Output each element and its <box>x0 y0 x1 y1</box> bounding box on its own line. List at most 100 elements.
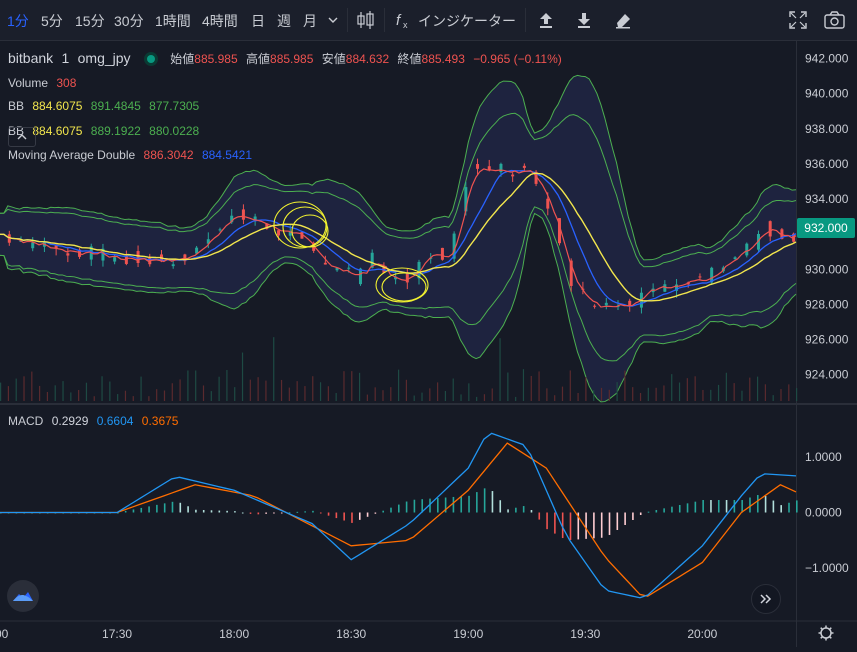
timeframe-4hour[interactable]: 4時間 <box>202 11 238 31</box>
macd-histogram-bar <box>616 512 619 530</box>
timeframe-1hour[interactable]: 1時間 <box>155 11 191 31</box>
timeframe-month[interactable]: 月 <box>303 11 317 31</box>
macd-histogram-bar <box>499 500 502 513</box>
timeframe-5min[interactable]: 5分 <box>41 11 63 31</box>
volume-bar <box>741 390 743 401</box>
volume-value: 308 <box>56 76 77 90</box>
timeframe-day[interactable]: 日 <box>251 11 265 31</box>
time-tick-label: 18:30 <box>336 627 366 641</box>
signal-value: 0.3675 <box>141 414 179 428</box>
macd-histogram-bar <box>163 503 166 513</box>
indicators-button[interactable]: インジケーター <box>418 11 516 31</box>
volume-bar <box>522 369 525 401</box>
volume-bar <box>530 375 532 401</box>
volume-bar <box>280 379 283 401</box>
macd-tick-label: 0.0000 <box>805 506 842 520</box>
macd-histogram-bar <box>351 512 353 523</box>
volume-bar <box>460 394 462 401</box>
indicators-fx-icon[interactable]: fx <box>392 8 414 32</box>
scroll-to-realtime-button[interactable] <box>751 584 781 614</box>
volume-bar <box>733 383 735 401</box>
volume-bar <box>686 378 688 401</box>
timeframe-week[interactable]: 週 <box>277 11 291 31</box>
macd-histogram-bar <box>226 510 228 513</box>
chevron-down-icon[interactable] <box>325 8 341 32</box>
candle <box>440 247 444 260</box>
volume-bar <box>39 385 41 401</box>
bb2-legend[interactable]: BB 884.6075 889.1922 880.0228 <box>8 124 204 138</box>
download-icon[interactable] <box>574 8 594 32</box>
volume-bar <box>62 381 64 401</box>
volume-bar <box>624 370 626 401</box>
volume-bar <box>796 388 798 401</box>
macd-histogram-bar <box>741 500 743 513</box>
volume-bar <box>444 390 447 401</box>
fullscreen-icon[interactable] <box>787 8 809 32</box>
macd-histogram-bar <box>437 498 439 513</box>
candle <box>323 262 327 265</box>
bb1-legend[interactable]: BB 884.6075 891.4845 877.7305 <box>8 99 204 113</box>
macd-histogram-bar <box>241 512 244 514</box>
candle <box>66 253 70 256</box>
ma-legend[interactable]: Moving Average Double 886.3042 884.5421 <box>8 148 257 162</box>
candle <box>241 209 245 220</box>
macd-legend[interactable]: MACD 0.2929 0.6604 0.3675 <box>8 414 183 428</box>
volume-bar <box>413 395 415 401</box>
volume-bar <box>319 382 322 401</box>
volume-bar <box>171 383 173 401</box>
volume-bar <box>468 383 470 401</box>
macd-histogram-bar <box>476 492 478 513</box>
macd-histogram-bar <box>140 507 143 513</box>
volume-bar <box>702 389 704 401</box>
upload-icon[interactable] <box>536 8 556 32</box>
macd-histogram-bar <box>405 501 408 513</box>
volume-bar <box>163 390 166 401</box>
volume-bar <box>585 377 587 401</box>
candle <box>358 268 362 285</box>
volume-bar <box>117 394 119 401</box>
macd-histogram-bar <box>398 504 400 513</box>
volume-bar <box>764 384 766 401</box>
candle <box>347 267 351 269</box>
collapse-legend-button[interactable] <box>8 127 36 147</box>
volume-legend[interactable]: Volume 308 <box>8 76 81 90</box>
macd-histogram-bar <box>366 512 369 517</box>
macd-histogram-bar <box>374 512 377 514</box>
tradingview-logo-icon[interactable] <box>7 580 39 612</box>
macd-histogram-bar <box>639 512 642 515</box>
macd-histogram-bar <box>319 512 322 514</box>
macd-histogram-bar <box>296 511 299 513</box>
macd-histogram-bar <box>187 506 189 513</box>
volume-bar <box>179 379 181 401</box>
macd-histogram-bar <box>593 512 595 539</box>
macd-histogram-bar <box>124 510 127 513</box>
macd-histogram-bar <box>390 507 392 513</box>
volume-bar <box>725 372 727 401</box>
timeframe-1min[interactable]: 1分 <box>7 11 29 31</box>
volume-bar <box>788 384 790 401</box>
candlestick-chart-icon[interactable] <box>354 8 376 32</box>
macd-histogram-bar <box>452 496 455 513</box>
volume-bar <box>671 374 673 401</box>
eraser-icon[interactable] <box>612 8 634 32</box>
timeframe-30min[interactable]: 30分 <box>114 11 144 31</box>
macd-histogram-bar <box>655 510 658 513</box>
candle <box>171 264 175 267</box>
volume-bar <box>756 376 759 401</box>
volume-bar <box>452 378 454 401</box>
volume-bar <box>390 387 392 401</box>
ma-value-2: 884.5421 <box>201 148 253 162</box>
volume-bar <box>577 392 579 401</box>
volume-bar <box>421 392 423 401</box>
low-value: 884.632 <box>345 52 390 66</box>
macd-histogram-bar <box>257 512 260 515</box>
timeframe-15min[interactable]: 15分 <box>75 11 105 31</box>
volume-bar <box>124 390 127 401</box>
camera-icon[interactable] <box>822 8 848 32</box>
volume-bar <box>226 369 228 401</box>
volume-bar <box>288 387 290 401</box>
macd-histogram-bar <box>195 509 197 513</box>
candle <box>593 305 597 307</box>
macd-value: 0.6604 <box>96 414 134 428</box>
volume-bar <box>312 376 314 401</box>
